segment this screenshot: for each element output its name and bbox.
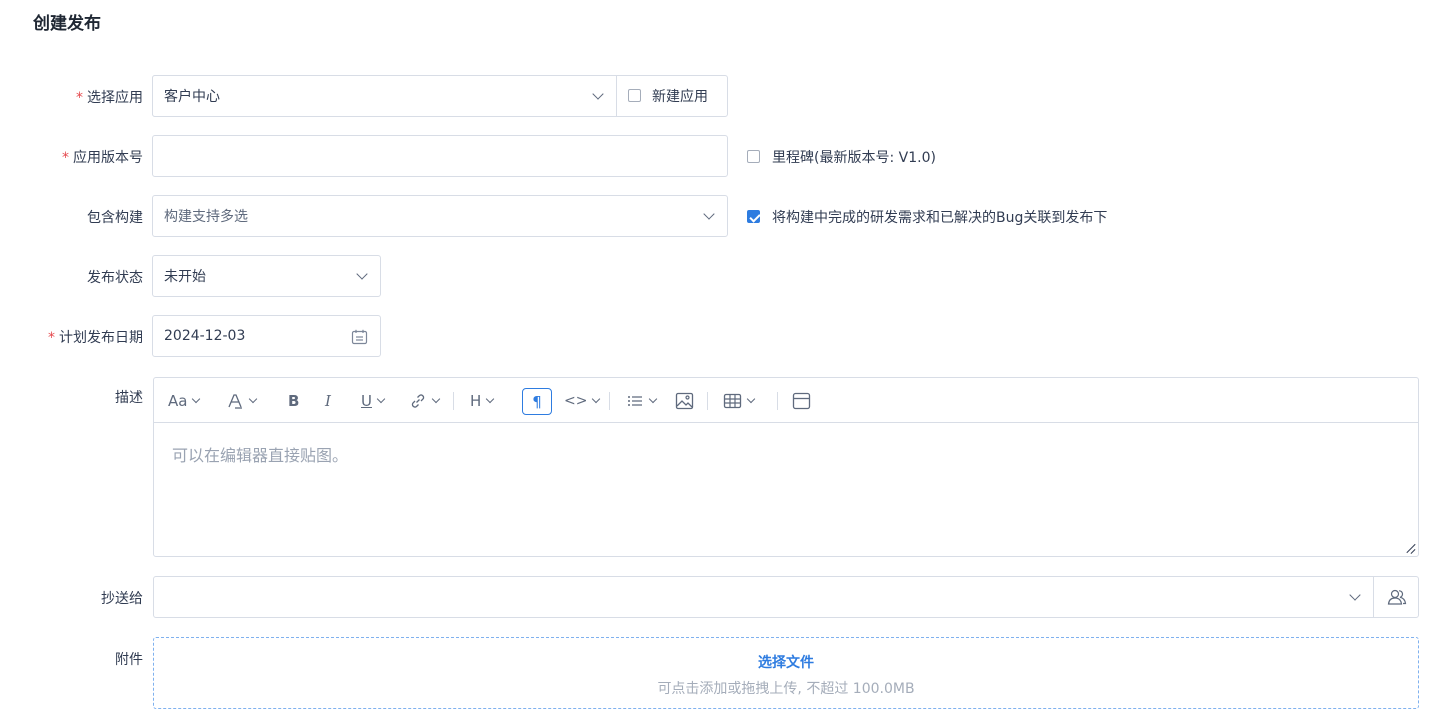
- app-label-wrap: * 选择应用: [76, 87, 143, 107]
- form-row-cc: 抄送给: [0, 576, 1439, 618]
- builds-label: 包含构建: [87, 210, 143, 226]
- description-label: 描述: [115, 390, 143, 406]
- cc-select[interactable]: [154, 577, 1373, 617]
- status-label: 发布状态: [87, 270, 143, 286]
- date-picker[interactable]: 2024-12-03: [152, 315, 381, 357]
- form-row-attachment: 附件 选择文件 可点击添加或拖拽上传, 不超过 100.0MB: [0, 637, 1439, 709]
- chevron-down-icon: [648, 394, 658, 404]
- toolbar-divider: [707, 392, 708, 410]
- paragraph-button[interactable]: ¶: [522, 388, 552, 415]
- paragraph-icon: ¶: [532, 392, 542, 411]
- form-row-date: * 计划发布日期 2024-12-03: [0, 315, 1439, 357]
- toolbar-divider: [609, 392, 610, 410]
- underline-icon: U: [361, 392, 372, 410]
- calendar-icon: [351, 329, 368, 345]
- underline-button[interactable]: U: [361, 389, 386, 413]
- bold-button[interactable]: B: [288, 389, 299, 413]
- paint-brush-icon: [228, 394, 242, 409]
- bold-icon: B: [288, 392, 300, 410]
- date-picker-value: 2024-12-03: [164, 328, 246, 344]
- chevron-down-icon: [592, 394, 601, 404]
- code-button[interactable]: <>: [564, 389, 601, 413]
- required-mark: *: [76, 90, 83, 106]
- milestone-label: 里程碑(最新版本号: V1.0): [772, 150, 936, 166]
- heading-icon: H: [470, 392, 482, 410]
- chevron-down-icon: [703, 208, 715, 220]
- heading-button[interactable]: H: [470, 389, 495, 413]
- resize-handle-icon[interactable]: [1406, 544, 1415, 553]
- toolbar-divider: [777, 392, 778, 410]
- chevron-down-icon: [486, 394, 495, 404]
- code-icon: <>: [564, 393, 588, 409]
- form-row-description: 描述 Aa B I U H ¶ <> 可以在编辑器直接贴图。: [0, 377, 1439, 557]
- milestone-checkbox[interactable]: [747, 150, 760, 163]
- chevron-down-icon: [431, 394, 441, 404]
- version-label: 应用版本号: [73, 150, 143, 166]
- form-row-status: 发布状态 未开始: [0, 255, 1439, 297]
- chevron-down-icon: [356, 268, 368, 280]
- link-builds-label: 将构建中完成的研发需求和已解决的Bug关联到发布下: [772, 210, 1108, 226]
- new-app-toggle[interactable]: 新建应用: [616, 75, 728, 117]
- image-icon: [675, 392, 694, 410]
- page-title: 创建发布: [33, 14, 101, 34]
- upload-hint: 可点击添加或拖拽上传, 不超过 100.0MB: [657, 681, 915, 697]
- version-label-wrap: * 应用版本号: [62, 147, 143, 167]
- chevron-down-icon: [746, 394, 756, 404]
- cc-select-group: [153, 576, 1419, 618]
- required-mark: *: [48, 330, 55, 346]
- chevron-down-icon: [248, 394, 258, 404]
- link-icon: [411, 394, 425, 408]
- panel-icon: [792, 392, 811, 410]
- chevron-down-icon: [192, 394, 201, 404]
- new-app-checkbox[interactable]: [628, 89, 641, 102]
- builds-select[interactable]: 构建支持多选: [152, 195, 728, 237]
- app-select-group: 客户中心 新建应用: [152, 75, 728, 117]
- italic-icon: I: [325, 392, 331, 410]
- select-file-link[interactable]: 选择文件: [154, 652, 1418, 672]
- chevron-down-icon: [1349, 589, 1361, 601]
- list-button[interactable]: [626, 389, 658, 413]
- status-select-value: 未开始: [164, 269, 206, 285]
- link-button[interactable]: [409, 389, 441, 413]
- table-icon: [723, 393, 742, 409]
- text-color-button[interactable]: [226, 389, 258, 413]
- required-mark: *: [62, 150, 69, 166]
- app-select-value: 客户中心: [164, 89, 220, 105]
- form-row-builds: 包含构建 构建支持多选 将构建中完成的研发需求和已解决的Bug关联到发布下: [0, 195, 1439, 237]
- date-label-wrap: * 计划发布日期: [48, 327, 143, 347]
- form-row-app: * 选择应用 客户中心 新建应用: [0, 75, 1439, 117]
- attachment-label: 附件: [115, 652, 143, 668]
- cc-label: 抄送给: [101, 591, 143, 607]
- file-upload-dropzone[interactable]: 选择文件 可点击添加或拖拽上传, 不超过 100.0MB: [153, 637, 1419, 709]
- builds-select-placeholder: 构建支持多选: [164, 209, 248, 225]
- toolbar-divider: [453, 392, 454, 410]
- editor-placeholder: 可以在编辑器直接贴图。: [172, 446, 349, 465]
- status-select[interactable]: 未开始: [152, 255, 381, 297]
- chevron-down-icon: [592, 88, 604, 100]
- new-app-label: 新建应用: [652, 89, 708, 105]
- font-size-button[interactable]: Aa: [168, 389, 201, 413]
- app-label: 选择应用: [87, 90, 143, 106]
- version-input[interactable]: [152, 135, 728, 177]
- table-button[interactable]: [723, 389, 756, 413]
- select-members-button[interactable]: [1373, 577, 1418, 617]
- font-size-icon: Aa: [168, 392, 188, 410]
- app-select[interactable]: 客户中心: [152, 75, 617, 117]
- editor-toolbar: Aa B I U H ¶ <>: [154, 378, 1418, 423]
- date-label: 计划发布日期: [59, 330, 143, 346]
- layout-button[interactable]: [792, 389, 811, 413]
- image-button[interactable]: [675, 389, 694, 413]
- users-icon: [1387, 589, 1407, 605]
- rich-text-editor: Aa B I U H ¶ <> 可以在编辑器直接贴图。: [153, 377, 1419, 557]
- link-builds-checkbox[interactable]: [747, 210, 760, 223]
- chevron-down-icon: [376, 394, 386, 404]
- form-row-version: * 应用版本号 里程碑(最新版本号: V1.0): [0, 135, 1439, 177]
- italic-button[interactable]: I: [325, 389, 331, 413]
- list-icon: [628, 396, 642, 406]
